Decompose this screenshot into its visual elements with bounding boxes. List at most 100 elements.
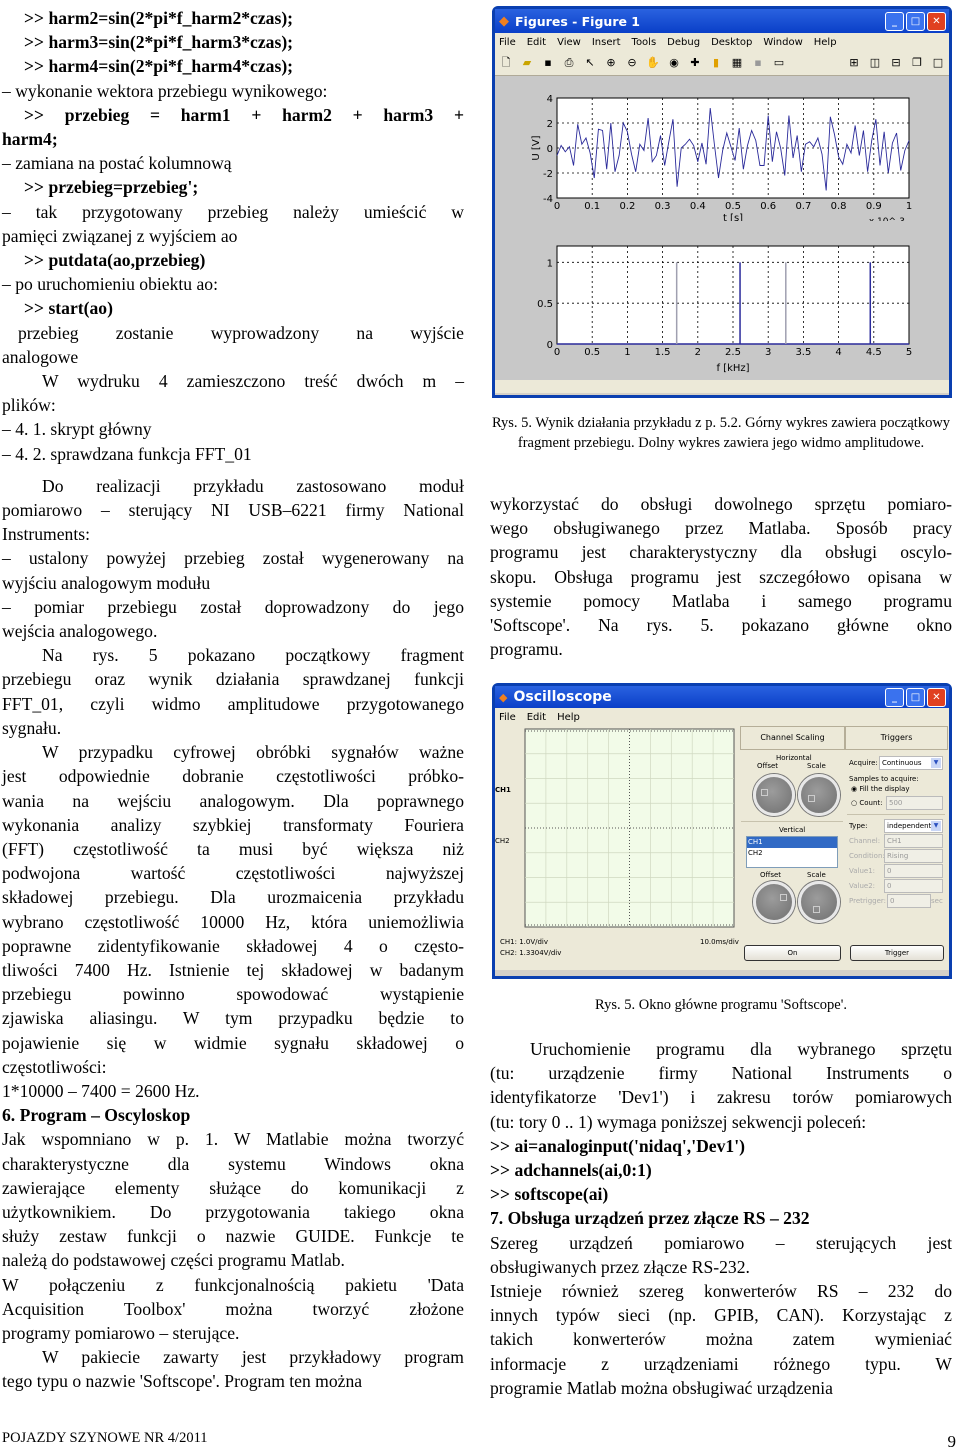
softscope-paragraph: W pakiecie zawarty jest przykładowy prog… [2,1345,464,1393]
type-dropdown[interactable]: independent ▼ [884,819,943,833]
count-radio[interactable]: ○ Count: [851,799,883,807]
zoom-out-icon[interactable]: ⊖ [625,56,639,70]
text-line: (tu: tory 0 .. 1) wymaga poniższej sekwe… [490,1111,867,1132]
trigger-channel-dropdown[interactable]: CH1 [884,834,943,848]
menu-item[interactable]: Edit [527,37,546,48]
x-tick-label: 0.7 [795,201,811,212]
text-line: wykorzystać do obsługi dowolnego sprzętu… [490,494,952,514]
body-text: Na rys. 5 pokazano początkowy fragment [42,645,464,666]
print-icon[interactable]: ⎙ [562,56,576,70]
show-plot-tools-icon[interactable]: ▭ [772,56,786,70]
horizontal-offset-knob[interactable] [753,774,795,816]
x-tick-label: 0.4 [690,201,706,212]
left-right-icon[interactable]: ◫ [868,56,882,70]
menu-item[interactable]: Tools [632,37,657,48]
condition-label: Condition: [849,852,885,860]
matlab-logo-icon: ◆ [499,13,509,29]
ch2-scale: CH2: 1.3304V/div [500,949,562,957]
x-tick-label: 2 [695,347,701,358]
close-button[interactable]: ✕ [927,687,946,707]
code-line: >> ai=analoginput('nidaq','Dev1') [490,1135,745,1156]
fill-display-label: Fill the display [859,785,910,793]
spectrum-plot: 0 0.5 1 1.5 2 2.5 3 3.5 4 4.5 5 0 0.5 1 f [kHz] [537,245,912,374]
y-tick-label: 1 [547,258,553,269]
acquire-dropdown[interactable]: Continuous ▼ [879,756,943,770]
scope-display[interactable] [524,728,736,928]
x-tick-label: 1 [624,347,630,358]
text-line: W połączeniu z funkcjonalnością pakietu … [2,1274,464,1295]
channel-list-item[interactable]: CH2 [747,848,837,859]
text-line: 'Softscope'. Na rys. 5. pokazano główne … [490,615,952,636]
maximize-button[interactable]: □ [906,687,925,707]
y-tick-label: 4 [547,94,553,105]
v-scale-label: Scale [807,871,826,879]
maximize-button[interactable]: □ [906,11,925,31]
legend-icon[interactable]: ▦ [730,56,744,70]
top-bottom-icon[interactable]: ⊟ [889,56,903,70]
channel-list[interactable]: CH1 CH2 [746,836,838,868]
menu-item[interactable]: Help [814,37,837,48]
menu-item[interactable]: Desktop [711,37,752,48]
pretrigger-input[interactable]: 0 [887,894,931,908]
text-line: programy pomiarowo – sterujące. [2,1322,240,1343]
menu-item[interactable]: File [499,712,516,723]
on-button[interactable]: On [744,945,841,961]
trigger-button[interactable]: Trigger [850,945,944,961]
pan-icon[interactable]: ✋ [646,56,660,70]
maximize-figure-icon[interactable]: □ [931,56,945,70]
softscope-caption: Rys. 5. Okno główne programu 'Softscope'… [595,997,847,1013]
condition-dropdown[interactable]: Rising [884,849,943,863]
channel-list-item-selected[interactable]: CH1 [747,837,837,848]
colorbar-icon[interactable]: ▮ [709,56,723,70]
menu-item[interactable]: Insert [592,37,621,48]
body-text: FFT_01, czyli widmo amplitudowe przygoto… [2,693,464,714]
float-icon[interactable]: ❐ [910,56,924,70]
value2-label: Value2: [849,882,876,890]
save-icon[interactable]: ▪ [541,56,555,70]
time-plot: 0 0.1 0.2 0.3 0.4 0.5 0.6 0.7 0.8 0.9 1-4-2024t [s… [531,94,912,221]
y-axis-label: U [V] [531,135,542,160]
oscilloscope-body: CH1 CH2 CH1: 1.0V/div CH2: 1.3304V/div 1… [495,726,949,970]
new-icon[interactable]: 🗋 [499,56,513,70]
code-line: >> harm2=sin(2*pi*f_harm2*czas); [24,8,294,28]
count-input[interactable]: 500 [886,796,943,810]
fill-display-radio[interactable]: ◉ Fill the display [851,785,910,793]
window-title: Figures - Figure 1 [515,13,641,29]
open-icon[interactable]: ▰ [520,56,534,70]
menu-item[interactable]: File [499,37,516,48]
data-cursor-icon[interactable]: ✚ [688,56,702,70]
x-tick-label: 2.5 [725,347,741,358]
pretrigger-unit: sec [931,897,943,905]
menu-item[interactable]: Edit [527,712,546,723]
x-tick-label: 0.6 [760,201,776,212]
close-button[interactable]: ✕ [927,11,946,31]
value2-input[interactable]: 0 [884,879,943,893]
tile-icon[interactable]: ⊞ [847,56,861,70]
x-tick-label: 0 [554,201,560,212]
menu-item[interactable]: Debug [667,37,700,48]
pointer-icon[interactable]: ↖ [583,56,597,70]
vertical-offset-knob[interactable] [753,881,795,923]
figure-toolbar: 🗋 ▰ ▪ ⎙ ↖ ⊕ ⊖ ✋ ◉ ✚ ▮ ▦ ▪ ▭ ⊞ ◫ ⊟ ❐ □ [495,51,949,76]
count-label: Count: [859,799,883,807]
menu-item[interactable]: Window [763,37,802,48]
rotate-icon[interactable]: ◉ [667,56,681,70]
page-number: 9 [947,1432,957,1451]
menu-item[interactable]: Help [557,712,580,723]
figure-caption: Rys. 5. Wynik działania przykładu z p. 5… [491,415,951,451]
vertical-scale-knob[interactable] [798,881,840,923]
minimize-button[interactable]: _ [885,687,904,707]
horizontal-scale-knob[interactable] [798,774,840,816]
text-line: W przypadku cyfrowej obróbki sygnałów wa… [42,742,464,763]
minimize-button[interactable]: _ [885,11,904,31]
y-tick-label: 0 [547,144,553,155]
text-line: tego typu o nazwie 'Softscope'. Program … [2,1371,363,1392]
hide-plot-tools-icon[interactable]: ▪ [751,56,765,70]
zoom-in-icon[interactable]: ⊕ [604,56,618,70]
ch1-marker: CH1 [495,786,511,794]
step-text: – po uruchomieniu obiektu ao: [2,274,218,295]
menu-item[interactable]: View [557,37,581,48]
value1-input[interactable]: 0 [884,864,943,878]
figure-canvas: 0 0.1 0.2 0.3 0.4 0.5 0.6 0.7 0.8 0.9 1 -4 -2 0 2 4 t [s… [495,76,949,380]
text-line: obsługiwanych przez złącze RS-232. [490,1256,750,1277]
